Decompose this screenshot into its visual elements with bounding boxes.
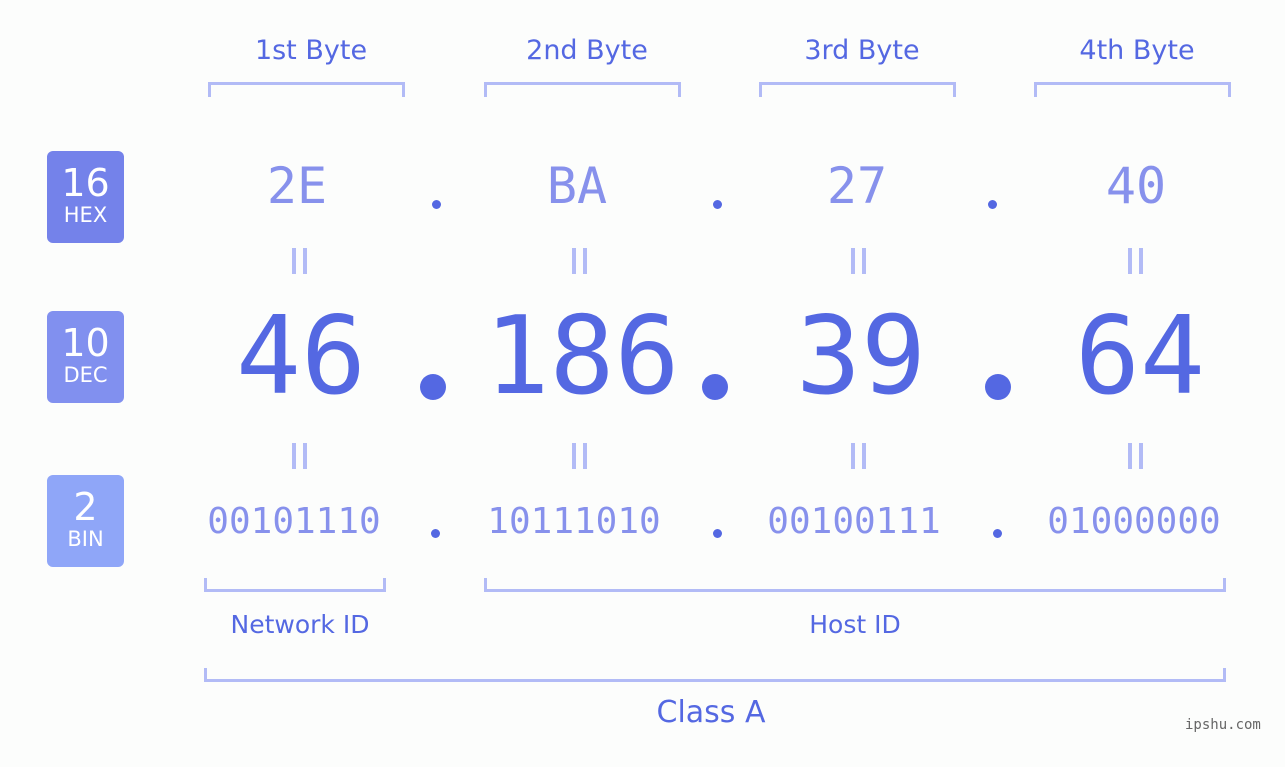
bin-separator-dot-2 — [713, 529, 722, 538]
hex-octet-2: BA — [546, 157, 608, 215]
dec-badge: 10 DEC — [47, 311, 124, 403]
equals-icon — [851, 248, 867, 274]
hex-separator-dot-1 — [432, 200, 441, 209]
hex-octet-4: 40 — [1105, 157, 1167, 215]
byte-header-4: 4th Byte — [1079, 35, 1195, 66]
byte-bracket-4 — [1034, 82, 1231, 97]
byte-bracket-1 — [208, 82, 405, 97]
bin-badge-base: 2 — [73, 485, 98, 529]
equals-icon — [572, 248, 588, 274]
dec-separator-dot-2 — [702, 374, 728, 400]
network-id-bracket — [204, 578, 386, 592]
equals-icon — [1128, 443, 1144, 469]
hex-separator-dot-3 — [988, 200, 997, 209]
host-id-label: Host ID — [809, 610, 901, 639]
class-label: Class A — [656, 695, 766, 730]
class-bracket — [204, 668, 1226, 682]
bin-octet-3: 00100111 — [767, 501, 941, 542]
watermark: ipshu.com — [1185, 717, 1261, 733]
network-id-label: Network ID — [230, 610, 370, 639]
dec-separator-dot-1 — [420, 374, 446, 400]
equals-icon — [292, 248, 308, 274]
bin-separator-dot-1 — [431, 529, 440, 538]
dec-badge-label: DEC — [63, 363, 108, 387]
dec-octet-4: 64 — [1074, 294, 1206, 419]
hex-octet-1: 2E — [266, 157, 328, 215]
host-id-bracket — [484, 578, 1226, 592]
byte-bracket-2 — [484, 82, 681, 97]
hex-octet-3: 27 — [826, 157, 888, 215]
bin-octet-4: 01000000 — [1047, 501, 1221, 542]
byte-header-1: 1st Byte — [254, 35, 368, 66]
equals-icon — [1128, 248, 1144, 274]
dec-octet-1: 46 — [235, 294, 367, 419]
equals-icon — [292, 443, 308, 469]
hex-badge-label: HEX — [63, 203, 108, 227]
byte-header-3: 3rd Byte — [804, 35, 920, 66]
hex-badge-base: 16 — [61, 161, 110, 205]
bin-octet-1: 00101110 — [207, 501, 381, 542]
dec-separator-dot-3 — [985, 374, 1011, 400]
hex-separator-dot-2 — [713, 200, 722, 209]
bin-badge-label: BIN — [67, 527, 104, 551]
byte-bracket-3 — [759, 82, 956, 97]
equals-icon — [851, 443, 867, 469]
bin-separator-dot-3 — [993, 529, 1002, 538]
byte-header-2: 2nd Byte — [526, 35, 648, 66]
dec-octet-2: 186 — [484, 294, 680, 419]
dec-badge-base: 10 — [61, 321, 110, 365]
hex-badge: 16 HEX — [47, 151, 124, 243]
dec-octet-3: 39 — [795, 294, 927, 419]
bin-badge: 2 BIN — [47, 475, 124, 567]
equals-icon — [572, 443, 588, 469]
bin-octet-2: 10111010 — [487, 501, 661, 542]
